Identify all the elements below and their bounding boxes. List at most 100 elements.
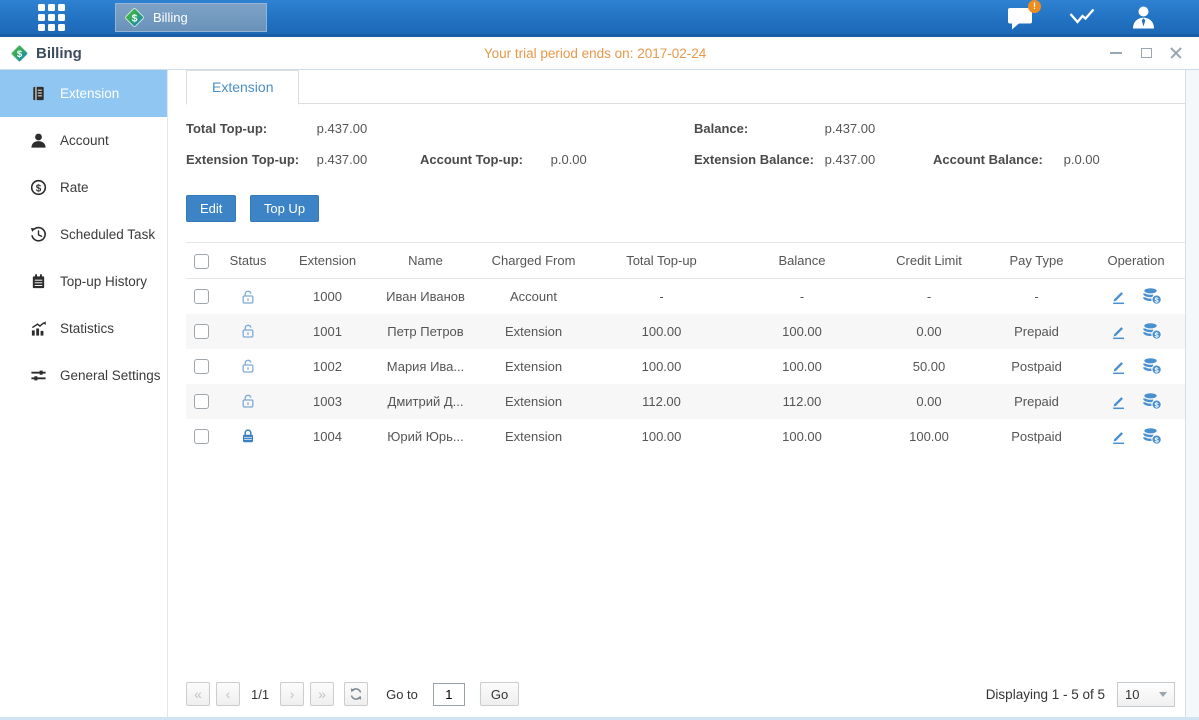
minimize-button[interactable] [1109, 46, 1123, 60]
account-balance-value: p.0.00 [1064, 152, 1100, 167]
balance-cell: 100.00 [732, 314, 872, 349]
sidebar-item-rate[interactable]: $ Rate [0, 164, 167, 211]
maximize-button[interactable] [1139, 46, 1153, 60]
edit-extension-icon[interactable] [1110, 428, 1127, 445]
total-topup-cell: 100.00 [591, 314, 732, 349]
extension-cell: 1002 [280, 349, 375, 384]
account-balance-label: Account Balance: [933, 152, 1060, 167]
close-button[interactable] [1169, 46, 1183, 60]
app-launcher-icon[interactable] [38, 4, 65, 31]
column-header-pay-type: Pay Type [986, 243, 1087, 279]
next-page-button[interactable]: › [280, 682, 304, 706]
credit-limit-cell: 100.00 [872, 419, 986, 454]
sidebar-nav: Extension Account $ Rate [0, 70, 168, 717]
top-up-coins-icon[interactable]: $ [1143, 427, 1162, 445]
status-cell [216, 279, 280, 314]
column-header-charged-from: Charged From [476, 243, 591, 279]
status-unlocked-icon[interactable] [240, 393, 256, 409]
go-button[interactable]: Go [480, 682, 519, 706]
sidebar-item-label: Rate [60, 180, 89, 195]
pay-type-cell: Postpaid [986, 349, 1087, 384]
total-topup-value: p.437.00 [317, 121, 368, 136]
prev-page-button[interactable]: ‹ [216, 682, 240, 706]
user-account-icon[interactable] [1130, 4, 1157, 30]
row-checkbox[interactable] [194, 324, 209, 339]
extension-cell: 1004 [280, 419, 375, 454]
table-header-row: Status Extension Name Charged From Total… [186, 243, 1185, 279]
sidebar-item-label: Account [60, 133, 109, 148]
extension-cell: 1000 [280, 279, 375, 314]
row-checkbox[interactable] [194, 429, 209, 444]
sidebar-item-label: Scheduled Task [60, 227, 155, 242]
status-locked-icon[interactable] [240, 428, 256, 444]
status-unlocked-icon[interactable] [240, 289, 256, 305]
balance-cell: 100.00 [732, 349, 872, 384]
balance-cell: 112.00 [732, 384, 872, 419]
edit-extension-icon[interactable] [1110, 323, 1127, 340]
page-size-select[interactable]: 10 [1117, 682, 1175, 707]
resource-monitor-icon[interactable] [1068, 6, 1096, 28]
edit-extension-icon[interactable] [1110, 393, 1127, 410]
goto-label: Go to [386, 687, 418, 702]
tab-extension[interactable]: Extension [186, 70, 299, 105]
row-checkbox[interactable] [194, 289, 209, 304]
row-checkbox[interactable] [194, 394, 209, 409]
refresh-button[interactable] [344, 682, 368, 706]
sidebar-item-label: Statistics [60, 321, 114, 336]
taskbar-tab-billing[interactable]: $ Billing [115, 3, 267, 32]
credit-limit-cell: 0.00 [872, 314, 986, 349]
table-row: 1000 Иван Иванов Account - - - - [186, 279, 1185, 314]
status-cell [216, 349, 280, 384]
extension-topup-label: Extension Top-up: [186, 152, 313, 167]
goto-page-input[interactable] [433, 683, 465, 706]
status-unlocked-icon[interactable] [240, 323, 256, 339]
status-unlocked-icon[interactable] [240, 358, 256, 374]
column-header-name: Name [375, 243, 476, 279]
sidebar-item-statistics[interactable]: Statistics [0, 305, 167, 352]
svg-text:$: $ [132, 12, 138, 24]
pay-type-cell: Prepaid [986, 314, 1087, 349]
sidebar-item-general-settings[interactable]: General Settings [0, 352, 167, 399]
edit-extension-icon[interactable] [1110, 288, 1127, 305]
notification-badge: ! [1028, 0, 1041, 13]
name-cell: Юрий Юрь... [375, 419, 476, 454]
select-all-checkbox[interactable] [194, 254, 209, 269]
column-header-operation: Operation [1087, 243, 1185, 279]
balance-value: p.437.00 [825, 121, 876, 136]
billing-summary: Total Top-up: p.437.00 Balance: p.437.00… [186, 104, 1185, 183]
general-settings-sliders-icon [30, 367, 47, 384]
refresh-icon [349, 687, 363, 701]
messages-icon[interactable]: ! [1007, 5, 1034, 30]
first-page-button[interactable]: « [186, 682, 210, 706]
top-up-button[interactable]: Top Up [250, 195, 319, 222]
sidebar-item-label: Extension [60, 86, 119, 101]
charged-from-cell: Extension [476, 349, 591, 384]
sidebar-item-account[interactable]: Account [0, 117, 167, 164]
chevron-down-icon [1159, 692, 1167, 697]
top-up-coins-icon[interactable]: $ [1143, 322, 1162, 340]
balance-cell: - [732, 279, 872, 314]
status-cell [216, 314, 280, 349]
last-page-button[interactable]: » [310, 682, 334, 706]
status-cell [216, 419, 280, 454]
edit-button[interactable]: Edit [186, 195, 236, 222]
sidebar-item-topup-history[interactable]: Top-up History [0, 258, 167, 305]
extension-ledger-icon [30, 85, 47, 102]
edit-extension-icon[interactable] [1110, 358, 1127, 375]
top-up-coins-icon[interactable]: $ [1143, 357, 1162, 375]
extension-table: Status Extension Name Charged From Total… [186, 242, 1185, 454]
scheduled-task-clock-icon [30, 226, 47, 243]
charged-from-cell: Extension [476, 314, 591, 349]
pay-type-cell: Postpaid [986, 419, 1087, 454]
top-up-coins-icon[interactable]: $ [1143, 287, 1162, 305]
pay-type-cell: - [986, 279, 1087, 314]
sidebar-item-scheduled-task[interactable]: Scheduled Task [0, 211, 167, 258]
rate-dollar-circle-icon: $ [30, 179, 47, 196]
svg-text:$: $ [17, 48, 23, 59]
sidebar-item-extension[interactable]: Extension [0, 70, 167, 117]
window-titlebar: $ Billing Your trial period ends on: 201… [0, 37, 1199, 70]
statistics-chart-icon [30, 320, 47, 337]
row-checkbox[interactable] [194, 359, 209, 374]
name-cell: Иван Иванов [375, 279, 476, 314]
top-up-coins-icon[interactable]: $ [1143, 392, 1162, 410]
